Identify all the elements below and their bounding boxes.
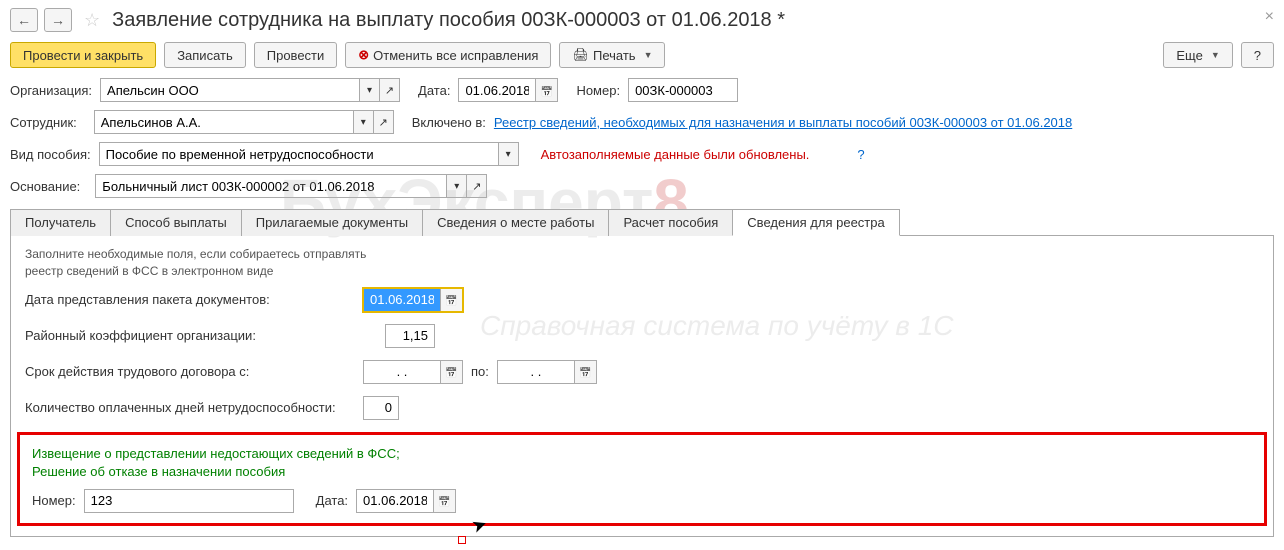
print-icon xyxy=(572,47,589,63)
employee-open-button[interactable] xyxy=(374,110,394,134)
tab-content-registry: Заполните необходимые поля, если собирае… xyxy=(10,236,1274,537)
save-button[interactable]: Записать xyxy=(164,42,246,68)
notice-number-label: Номер: xyxy=(32,493,76,508)
forward-button[interactable]: → xyxy=(44,8,72,32)
basis-open-button[interactable] xyxy=(467,174,487,198)
date-label: Дата: xyxy=(418,83,450,98)
print-label: Печать xyxy=(593,48,636,63)
contract-from-calendar-button[interactable] xyxy=(441,360,463,384)
basis-label: Основание: xyxy=(10,179,80,194)
org-open-button[interactable] xyxy=(380,78,400,102)
org-label: Организация: xyxy=(10,83,92,98)
included-label: Включено в: xyxy=(412,115,486,130)
pack-date-input[interactable] xyxy=(363,288,441,312)
calendar-icon xyxy=(438,493,450,508)
basis-dropdown-button[interactable]: ▾ xyxy=(447,174,467,198)
more-label: Еще xyxy=(1176,48,1202,63)
notice-line1: Извещение о представлении недостающих св… xyxy=(32,446,400,461)
employee-dropdown-button[interactable]: ▾ xyxy=(354,110,374,134)
number-input[interactable] xyxy=(628,78,738,102)
date-calendar-button[interactable] xyxy=(536,78,558,102)
org-input[interactable] xyxy=(100,78,360,102)
calendar-icon xyxy=(579,364,591,379)
notice-number-input[interactable] xyxy=(84,489,294,513)
cancel-fixes-button[interactable]: ⊗ Отменить все исправления xyxy=(345,42,551,68)
contract-to-input[interactable] xyxy=(497,360,575,384)
days-input[interactable] xyxy=(363,396,399,420)
tab-payment-method[interactable]: Способ выплаты xyxy=(110,209,242,236)
coef-label: Районный коэффициент организации: xyxy=(25,328,355,343)
pack-date-calendar-button[interactable] xyxy=(441,288,463,312)
notice-date-label: Дата: xyxy=(316,493,348,508)
basis-input[interactable] xyxy=(95,174,447,198)
tab-documents[interactable]: Прилагаемые документы xyxy=(241,209,423,236)
notice-box: Извещение о представлении недостающих св… xyxy=(17,432,1267,526)
notice-heading: Извещение о представлении недостающих св… xyxy=(32,445,1252,481)
chevron-down-icon: ▼ xyxy=(1211,50,1220,60)
contract-to-calendar-button[interactable] xyxy=(575,360,597,384)
notice-date-input[interactable] xyxy=(356,489,434,513)
tab-recipient[interactable]: Получатель xyxy=(10,209,111,236)
benefit-type-input[interactable] xyxy=(99,142,499,166)
print-button[interactable]: Печать ▼ xyxy=(559,42,665,68)
calendar-icon xyxy=(541,83,553,98)
contract-label: Срок действия трудового договора с: xyxy=(25,364,355,379)
notice-date-calendar-button[interactable] xyxy=(434,489,456,513)
number-label: Номер: xyxy=(576,83,620,98)
coef-input[interactable] xyxy=(385,324,435,348)
benefit-type-label: Вид пособия: xyxy=(10,147,91,162)
tab-calculation[interactable]: Расчет пособия xyxy=(608,209,733,236)
org-dropdown-button[interactable]: ▾ xyxy=(360,78,380,102)
registry-hint: Заполните необходимые поля, если собирае… xyxy=(25,246,1259,280)
resize-handle xyxy=(458,536,466,544)
days-label: Количество оплаченных дней нетрудоспособ… xyxy=(25,400,355,415)
employee-label: Сотрудник: xyxy=(10,115,77,130)
employee-input[interactable] xyxy=(94,110,354,134)
date-input[interactable] xyxy=(458,78,536,102)
expand-icon xyxy=(472,180,481,193)
close-button[interactable]: × xyxy=(1265,8,1274,26)
cancel-fixes-label: Отменить все исправления xyxy=(373,48,538,63)
help-icon[interactable]: ? xyxy=(857,147,864,162)
help-button[interactable]: ? xyxy=(1241,42,1274,68)
included-link[interactable]: Реестр сведений, необходимых для назначе… xyxy=(494,115,1072,130)
tab-bar: Получатель Способ выплаты Прилагаемые до… xyxy=(10,208,1274,236)
calendar-icon xyxy=(445,292,457,307)
calendar-icon xyxy=(445,364,457,379)
pack-date-label: Дата представления пакета документов: xyxy=(25,292,355,307)
hint-line1: Заполните необходимые поля, если собирае… xyxy=(25,247,366,261)
contract-from-input[interactable] xyxy=(363,360,441,384)
expand-icon xyxy=(379,116,388,129)
cancel-icon: ⊗ xyxy=(358,47,369,63)
back-button[interactable]: ← xyxy=(10,8,38,32)
expand-icon xyxy=(385,84,394,97)
hint-line2: реестр сведений в ФСС в электронном виде xyxy=(25,264,273,278)
favorite-star-icon[interactable]: ☆ xyxy=(84,10,100,31)
benefit-type-dropdown-button[interactable]: ▾ xyxy=(499,142,519,166)
tab-workplace[interactable]: Сведения о месте работы xyxy=(422,209,609,236)
post-and-close-button[interactable]: Провести и закрыть xyxy=(10,42,156,68)
notice-line2: Решение об отказе в назначении пособия xyxy=(32,464,285,479)
window-title: Заявление сотрудника на выплату пособия … xyxy=(112,9,785,32)
more-button[interactable]: Еще ▼ xyxy=(1163,42,1232,68)
chevron-down-icon: ▼ xyxy=(644,50,653,60)
contract-to-label: по: xyxy=(471,364,489,379)
autofill-warning: Автозаполняемые данные были обновлены. xyxy=(541,147,810,162)
tab-registry[interactable]: Сведения для реестра xyxy=(732,209,899,236)
post-button[interactable]: Провести xyxy=(254,42,338,68)
